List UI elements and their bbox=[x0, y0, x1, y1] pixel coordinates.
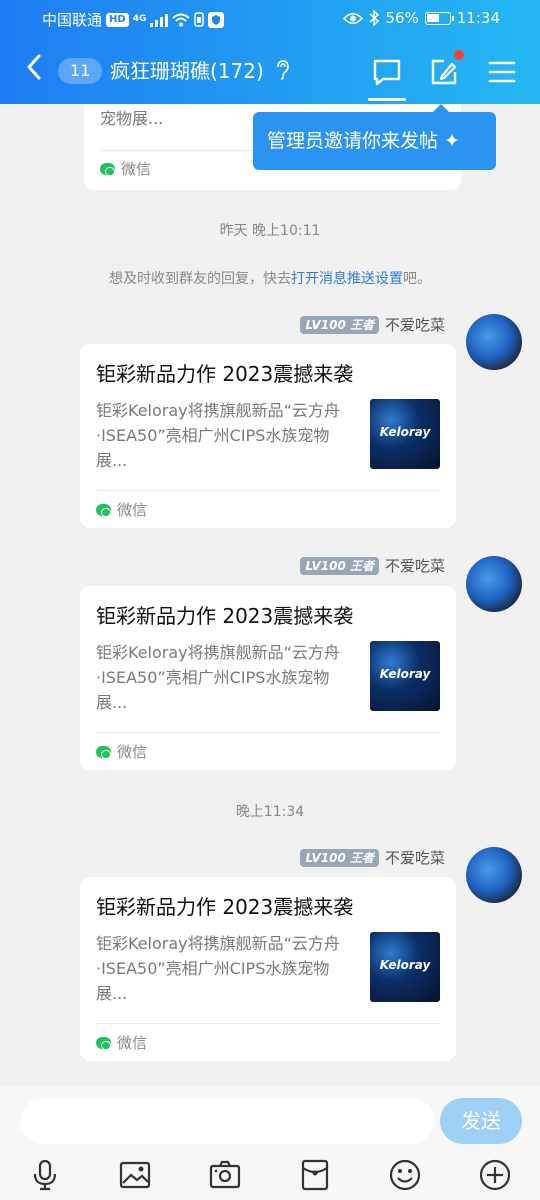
notification-dot bbox=[454, 50, 464, 60]
card-source: 微信 bbox=[96, 741, 147, 762]
send-button[interactable]: 发送 bbox=[440, 1098, 522, 1144]
notice-text: 想及时收到群友的回复，快去 bbox=[109, 271, 291, 287]
shared-link-card[interactable]: 钜彩新品力作 2023震撼来袭 钜彩Keloray将携旗舰新品“云方舟·ISEA… bbox=[80, 877, 456, 1061]
push-settings-link[interactable]: 打开消息推送设置 bbox=[291, 271, 403, 287]
card-title: 钜彩新品力作 2023震撼来袭 bbox=[96, 362, 354, 386]
sender-name[interactable]: 不爱吃菜 bbox=[385, 314, 445, 335]
camera-icon[interactable] bbox=[208, 1158, 242, 1192]
wechat-icon bbox=[96, 1036, 111, 1050]
ear-icon[interactable] bbox=[276, 60, 290, 85]
card-source-label: 微信 bbox=[117, 501, 148, 519]
card-source-label: 微信 bbox=[117, 1034, 148, 1052]
battery-percent: 56% bbox=[385, 9, 419, 27]
back-icon[interactable] bbox=[26, 54, 42, 86]
signal-icon bbox=[150, 13, 169, 27]
sim-icon bbox=[194, 12, 205, 27]
sender-row: LV100 王者 不爱吃菜 bbox=[300, 847, 445, 868]
thumbnail-logo: Keloray bbox=[379, 425, 431, 439]
thumbnail-logo: Keloray bbox=[379, 958, 431, 972]
card-desc: 宠物展... bbox=[100, 109, 164, 128]
wechat-icon bbox=[100, 162, 115, 176]
card-divider bbox=[96, 490, 440, 491]
card-desc: 钜彩Keloray将携旗舰新品“云方舟·ISEA50”亮相广州CIPS水族宠物展… bbox=[96, 401, 340, 470]
wifi-icon bbox=[172, 13, 191, 26]
card-thumbnail: Keloray bbox=[370, 641, 440, 711]
card-thumbnail: Keloray bbox=[370, 399, 440, 469]
hd-badge: HD bbox=[106, 12, 129, 27]
level-badge: LV100 王者 bbox=[300, 315, 379, 334]
card-desc: 钜彩Keloray将携旗舰新品“云方舟·ISEA50”亮相广州CIPS水族宠物展… bbox=[96, 934, 340, 1003]
card-source-label: 微信 bbox=[117, 743, 148, 761]
emoji-icon[interactable] bbox=[388, 1158, 422, 1192]
card-title: 钜彩新品力作 2023震撼来袭 bbox=[96, 895, 354, 919]
chat-bubble-icon[interactable] bbox=[371, 56, 403, 88]
card-source-label: 微信 bbox=[121, 160, 152, 178]
level-badge: LV100 王者 bbox=[300, 556, 379, 575]
input-toolbar bbox=[0, 1152, 540, 1200]
card-source: 微信 bbox=[96, 499, 147, 520]
unread-count-badge[interactable]: 11 bbox=[58, 58, 103, 84]
shield-icon bbox=[208, 11, 225, 28]
card-source: 微信 bbox=[96, 1032, 147, 1053]
network-label: 4G bbox=[132, 14, 147, 24]
shared-link-card[interactable]: 钜彩新品力作 2023震撼来袭 钜彩Keloray将携旗舰新品“云方舟·ISEA… bbox=[80, 586, 456, 770]
card-source: 微信 bbox=[100, 158, 151, 179]
input-bar: 发送 bbox=[0, 1086, 540, 1200]
avatar[interactable] bbox=[466, 847, 522, 903]
battery-icon bbox=[424, 11, 454, 25]
message-list[interactable]: 宠物展... 微信 昨天 晚上10:11 想及时收到群友的回复，快去打开消息推送… bbox=[0, 104, 540, 1084]
image-icon[interactable] bbox=[118, 1158, 152, 1192]
message-input[interactable] bbox=[20, 1098, 434, 1144]
active-tab-indicator bbox=[368, 98, 406, 101]
carrier-label: 中国联通 bbox=[42, 11, 103, 29]
avatar[interactable] bbox=[466, 314, 522, 370]
card-divider bbox=[96, 1023, 440, 1024]
admin-invite-tooltip[interactable]: 管理员邀请你来发帖 ✦ bbox=[253, 104, 496, 170]
header: 中国联通 HD 4G 56% 11:34 11 疯狂珊瑚礁(172) bbox=[0, 0, 540, 104]
sender-row: LV100 王者 不爱吃菜 bbox=[300, 555, 445, 576]
bluetooth-icon bbox=[369, 10, 380, 26]
push-notice: 想及时收到群友的回复，快去打开消息推送设置吧。 bbox=[0, 268, 540, 288]
card-title: 钜彩新品力作 2023震撼来袭 bbox=[96, 604, 354, 628]
wechat-icon bbox=[96, 745, 111, 759]
menu-icon[interactable] bbox=[486, 56, 518, 88]
timestamp: 昨天 晚上10:11 bbox=[219, 223, 321, 239]
card-thumbnail: Keloray bbox=[370, 932, 440, 1002]
mic-icon[interactable] bbox=[28, 1158, 62, 1192]
group-title[interactable]: 疯狂珊瑚礁(172) bbox=[110, 58, 264, 84]
clock: 11:34 bbox=[456, 9, 500, 27]
card-divider bbox=[96, 732, 440, 733]
thumbnail-logo: Keloray bbox=[379, 667, 431, 681]
red-packet-icon[interactable] bbox=[298, 1158, 332, 1192]
sender-name[interactable]: 不爱吃菜 bbox=[385, 847, 445, 868]
level-badge: LV100 王者 bbox=[300, 848, 379, 867]
wechat-icon bbox=[96, 503, 111, 517]
shared-link-card[interactable]: 钜彩新品力作 2023震撼来袭 钜彩Keloray将携旗舰新品“云方舟·ISEA… bbox=[80, 344, 456, 528]
status-bar: 中国联通 HD 4G 56% 11:34 bbox=[0, 0, 540, 36]
sender-name[interactable]: 不爱吃菜 bbox=[385, 555, 445, 576]
notice-text-end: 吧。 bbox=[403, 271, 431, 287]
eye-icon bbox=[343, 12, 364, 24]
avatar[interactable] bbox=[466, 556, 522, 612]
timestamp: 晚上11:34 bbox=[235, 804, 305, 820]
card-desc: 钜彩Keloray将携旗舰新品“云方舟·ISEA50”亮相广州CIPS水族宠物展… bbox=[96, 643, 340, 712]
plus-icon[interactable] bbox=[478, 1158, 512, 1192]
sender-row: LV100 王者 不爱吃菜 bbox=[300, 314, 445, 335]
edit-post-icon[interactable] bbox=[428, 56, 460, 88]
